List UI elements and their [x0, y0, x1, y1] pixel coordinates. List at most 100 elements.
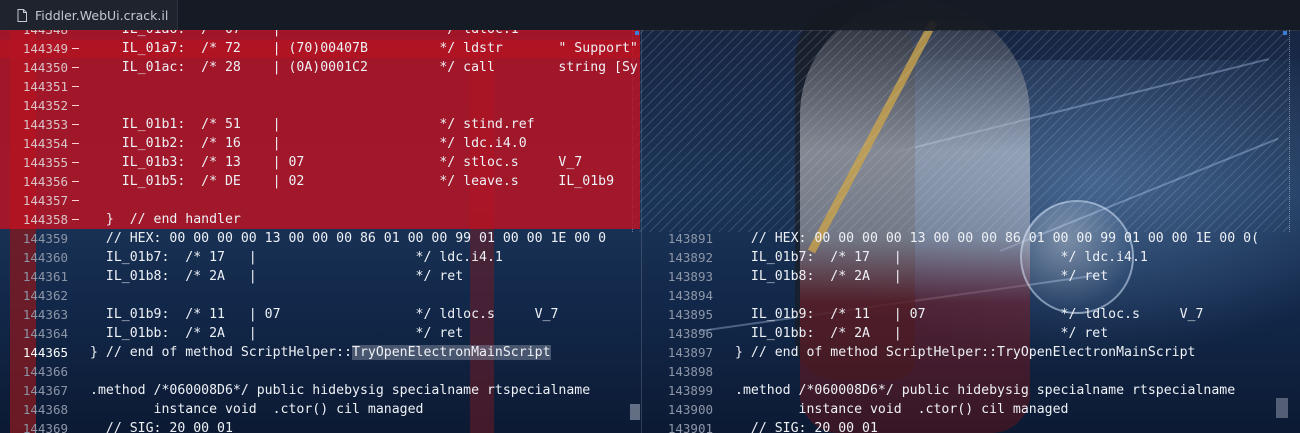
code-line[interactable]: 143893 IL_01b8: /* 2A | */ ret — [645, 267, 1300, 286]
code-line[interactable]: 144363 IL_01b9: /* 11 | 07 */ ldloc.s V_… — [0, 305, 640, 324]
code-line[interactable]: 144353 IL_01b1: /* 51 | */ stind.ref — [0, 115, 640, 134]
line-code: IL_01b7: /* 17 | */ ldc.i4.1 — [90, 250, 503, 265]
code-line[interactable]: 144348 IL_01a6: /* 07 | */ ldloc.1 — [0, 30, 640, 39]
line-number: 144364 — [22, 326, 68, 341]
line-number: 143899 — [667, 383, 713, 398]
deletion-marker-icon — [72, 162, 79, 163]
tab-bar: Fiddler.WebUi.crack.il — [0, 0, 1300, 31]
code-line[interactable]: 144352 — [0, 96, 640, 115]
file-icon — [17, 8, 27, 22]
line-number: 143892 — [667, 250, 713, 265]
code-line[interactable]: 144366 — [0, 362, 640, 381]
code-line[interactable] — [645, 134, 1300, 153]
code-line[interactable]: 143891 // HEX: 00 00 00 00 13 00 00 00 8… — [645, 229, 1300, 248]
code-line[interactable]: 144357 — [0, 191, 640, 210]
line-code: // HEX: 00 00 00 00 13 00 00 00 86 01 00… — [735, 231, 1260, 246]
line-number: 144351 — [22, 79, 68, 94]
line-number: 144354 — [22, 136, 68, 151]
code-line[interactable]: 144367 .method /*060008D6*/ public hideby… — [0, 381, 640, 400]
code-line[interactable] — [645, 58, 1300, 77]
pane-divider[interactable] — [641, 30, 642, 433]
code-line[interactable] — [645, 39, 1300, 58]
line-number: 143891 — [667, 231, 713, 246]
line-number: 144357 — [22, 193, 68, 208]
code-line[interactable]: 144360 IL_01b7: /* 17 | */ ldc.i4.1 — [0, 248, 640, 267]
code-line[interactable]: 144369 // SIG: 20 00 01 — [0, 419, 640, 433]
line-number: 144349 — [22, 41, 68, 56]
line-code: instance void .ctor() cil managed — [735, 402, 1069, 417]
line-code: IL_01b8: /* 2A | */ ret — [90, 269, 464, 284]
code-line[interactable]: 144351 — [0, 77, 640, 96]
code-line[interactable]: 144350 IL_01ac: /* 28 | (0A)0001C2 */ ca… — [0, 58, 640, 77]
line-number: 144363 — [22, 307, 68, 322]
line-number: 144353 — [22, 117, 68, 132]
code-line[interactable]: 143897 } // end of method ScriptHelper::T… — [645, 343, 1300, 362]
code-line[interactable]: 143899 .method /*060008D6*/ public hideby… — [645, 381, 1300, 400]
line-number: 144368 — [22, 402, 68, 417]
selection-highlight: TryOpenElectronMainScript — [352, 345, 551, 360]
line-number: 144365 — [22, 345, 68, 360]
line-number: 144360 — [22, 250, 68, 265]
code-line[interactable]: 144358 } // end handler — [0, 210, 640, 229]
line-number: 144369 — [22, 421, 68, 433]
code-line[interactable]: 143896 IL_01bb: /* 2A | */ ret — [645, 324, 1300, 343]
code-line[interactable]: 144365} // end of method ScriptHelper::T… — [0, 343, 640, 362]
deletion-marker-icon — [72, 124, 79, 125]
code-line[interactable] — [645, 30, 1300, 39]
code-line[interactable] — [645, 191, 1300, 210]
tab-fiddler-webui[interactable]: Fiddler.WebUi.crack.il — [0, 0, 178, 30]
line-code: IL_01b3: /* 13 | 07 */ stloc.s V_7 — [90, 155, 583, 170]
deletion-marker-icon — [72, 200, 79, 201]
code-line[interactable] — [645, 210, 1300, 229]
code-line[interactable] — [645, 172, 1300, 191]
line-number: 143897 — [667, 345, 713, 360]
code-line[interactable]: 143895 IL_01b9: /* 11 | 07 */ ldloc.s V_… — [645, 305, 1300, 324]
code-line[interactable]: 143900 instance void .ctor() cil managed — [645, 400, 1300, 419]
code-line[interactable] — [645, 96, 1300, 115]
line-code: } // end handler — [90, 212, 241, 227]
code-line[interactable] — [645, 153, 1300, 172]
code-line[interactable] — [645, 115, 1300, 134]
line-code: IL_01b9: /* 11 | 07 */ ldloc.s V_7 — [90, 307, 559, 322]
overview-ruler-mark — [635, 31, 639, 35]
line-code: IL_01a6: /* 07 | */ ldloc.1 — [90, 30, 519, 39]
code-line[interactable]: 144359 // HEX: 00 00 00 00 13 00 00 00 8… — [0, 229, 640, 248]
deletion-marker-icon — [72, 219, 79, 220]
scrollbar-thumb-right[interactable] — [1276, 398, 1288, 418]
line-number: 143894 — [667, 288, 713, 303]
code-line[interactable]: 143901 // SIG: 20 00 01 — [645, 419, 1300, 433]
line-code: // SIG: 20 00 01 — [735, 421, 878, 433]
line-number: 144350 — [22, 60, 68, 75]
tab-title: Fiddler.WebUi.crack.il — [35, 7, 169, 23]
scrollbar-thumb-left[interactable] — [630, 404, 640, 420]
code-line[interactable]: 144349 IL_01a7: /* 72 | (70)00407B */ ld… — [0, 39, 640, 58]
code-line[interactable]: 144354 IL_01b2: /* 16 | */ ldc.i4.0 — [0, 134, 640, 153]
editor-pane-left[interactable]: 144348 IL_01a6: /* 07 | */ ldloc.1144349… — [0, 30, 640, 433]
code-line[interactable]: 144355 IL_01b3: /* 13 | 07 */ stloc.s V_… — [0, 153, 640, 172]
code-line[interactable]: 143894 — [645, 286, 1300, 305]
editor-pane-right[interactable]: 143891 // HEX: 00 00 00 00 13 00 00 00 8… — [645, 30, 1300, 433]
line-number: 144358 — [22, 212, 68, 227]
line-code: instance void .ctor() cil managed — [90, 402, 424, 417]
deletion-marker-icon — [72, 48, 79, 49]
code-lines-left: 144348 IL_01a6: /* 07 | */ ldloc.1144349… — [0, 30, 640, 433]
line-code: // SIG: 20 00 01 — [90, 421, 233, 433]
code-line[interactable]: 144368 instance void .ctor() cil managed — [0, 400, 640, 419]
line-number: 144348 — [0, 30, 68, 39]
line-number: 143901 — [667, 421, 713, 433]
code-line[interactable]: 144362 — [0, 286, 640, 305]
code-line[interactable]: 144364 IL_01bb: /* 2A | */ ret — [0, 324, 640, 343]
code-line[interactable]: 143892 IL_01b7: /* 17 | */ ldc.i4.1 — [645, 248, 1300, 267]
line-code: } // end of method ScriptHelper::TryOpen… — [735, 345, 1196, 360]
code-line[interactable]: 144361 IL_01b8: /* 2A | */ ret — [0, 267, 640, 286]
line-number: 144367 — [22, 383, 68, 398]
code-line[interactable]: 143898 — [645, 362, 1300, 381]
line-code: IL_01ac: /* 28 | (0A)0001C2 */ call stri… — [90, 60, 638, 75]
line-code: IL_01b8: /* 2A | */ ret — [735, 269, 1109, 284]
line-number: 144356 — [22, 174, 68, 189]
code-line[interactable] — [645, 77, 1300, 96]
line-code: IL_01b5: /* DE | 02 */ leave.s IL_01b9 — [90, 174, 615, 189]
code-line[interactable]: 144356 IL_01b5: /* DE | 02 */ leave.s IL… — [0, 172, 640, 191]
line-code: IL_01a7: /* 72 | (70)00407B */ ldstr " S… — [90, 41, 638, 56]
overview-ruler-mark — [1283, 31, 1287, 35]
